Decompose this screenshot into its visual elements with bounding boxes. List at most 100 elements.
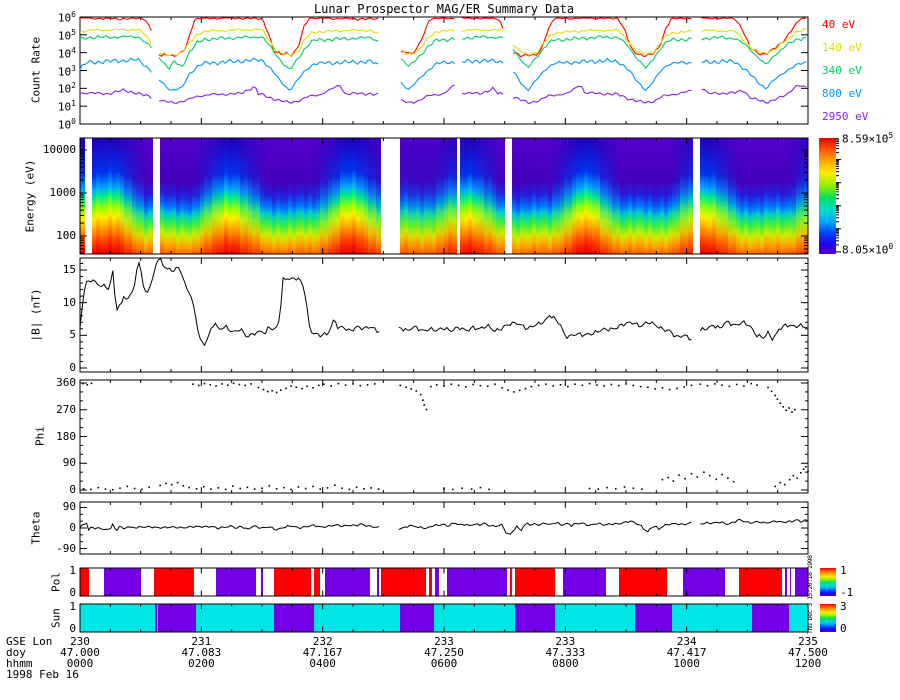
phi-dot: [690, 472, 693, 475]
phi-dot: [706, 384, 709, 387]
phi-dot: [750, 382, 752, 385]
count-rate-ytick-label: 102: [57, 81, 76, 96]
phi-dot: [545, 383, 547, 385]
phi-dot: [715, 478, 718, 481]
exponent: 0: [71, 117, 76, 126]
phi-dot: [192, 383, 194, 385]
pol-ytick-label: 0: [69, 586, 76, 599]
phi-dot: [802, 468, 805, 470]
phi-dot: [197, 384, 200, 387]
phi-dot: [239, 487, 241, 490]
phi-dot: [283, 486, 285, 489]
sun-colorbar-max-label: 3: [840, 600, 847, 613]
phi-dot: [791, 411, 793, 413]
phi-dot: [355, 486, 358, 489]
colorbar-max-label: 8.59×105: [842, 131, 894, 146]
phi-dot: [639, 385, 642, 388]
phi-dot: [518, 389, 521, 392]
panel-border: [79, 16, 809, 125]
phi-dot: [203, 382, 206, 385]
phi-dot: [348, 488, 351, 491]
xrow-value-hhmm: 0600: [430, 657, 458, 670]
colorbar-min-label: 8.05×100: [842, 242, 894, 257]
phi-dot: [770, 390, 773, 393]
legend-item-2950eV: 2950 eV: [822, 110, 869, 123]
phi-dot: [319, 488, 321, 490]
phi-dot: [377, 488, 380, 490]
phi-dot: [119, 487, 121, 489]
phi-dot: [246, 486, 249, 489]
phi-dot: [271, 389, 273, 392]
phi-dot: [779, 481, 782, 484]
phi-dot: [295, 386, 297, 388]
phi-dot: [513, 391, 515, 393]
phi-dot: [799, 472, 802, 474]
phi-dot: [90, 488, 92, 491]
phi-dot: [257, 386, 260, 389]
phi-dot: [261, 487, 263, 489]
exponent: 1: [71, 99, 76, 109]
phi-dot: [304, 487, 307, 490]
phi-dot: [195, 488, 198, 490]
xrow-value-hhmm: 0400: [309, 657, 336, 670]
exponent: 5: [71, 27, 76, 37]
phi-dot: [559, 384, 562, 386]
count-rate-ytick-label: 106: [57, 10, 76, 25]
phi-dot: [268, 485, 271, 487]
phi-dot: [606, 486, 608, 489]
phi-dot: [90, 382, 93, 385]
phi-dot: [479, 384, 482, 387]
phi-dot: [625, 383, 627, 385]
exponent: 2: [71, 81, 76, 91]
phi-dot: [280, 389, 282, 391]
count-rate-ytick-label: 105: [57, 27, 76, 43]
phi-dot: [210, 488, 212, 490]
phi-dot: [779, 402, 782, 404]
xrow-value-hhmm: 0000: [66, 657, 94, 670]
phi-dot: [581, 384, 584, 387]
xrow-value-hhmm: 0200: [188, 657, 215, 670]
phi-dot: [232, 382, 235, 385]
phi-dot: [227, 384, 229, 386]
phi-dot: [363, 488, 365, 490]
phi-dot: [159, 484, 161, 487]
phi-dot: [250, 383, 252, 385]
phi-dot: [472, 383, 474, 386]
phi-dot: [104, 488, 107, 490]
phi-dot: [224, 488, 227, 491]
phi-dot: [215, 385, 217, 387]
sun-colorbar-min-label: 0: [840, 622, 847, 635]
phi-dot: [728, 385, 731, 388]
phi-dot: [141, 488, 143, 491]
phi-dot: [672, 480, 675, 482]
phi-dot: [82, 488, 85, 490]
phi-dot: [423, 404, 426, 406]
phi-dot: [530, 385, 533, 388]
phi-dot: [597, 488, 600, 490]
phi-dot: [623, 486, 626, 488]
phi-dot: [217, 487, 220, 489]
exponent: 4: [71, 45, 76, 55]
ylabel-sun: Sun: [49, 608, 63, 628]
phi-dot: [203, 485, 205, 488]
phi-dot: [461, 487, 463, 489]
phi-dot: [359, 384, 362, 387]
count-rate-ytick-label: 101: [57, 99, 76, 114]
bmag-ytick-label: 10: [62, 295, 76, 309]
panel-border: [79, 379, 809, 494]
phi-dot: [683, 386, 685, 388]
phi-dot: [479, 486, 482, 489]
phi-dot: [297, 486, 300, 488]
theta-ytick-label: 0: [69, 521, 76, 534]
phi-dot: [486, 385, 489, 388]
xrow-value-hhmm: 0800: [552, 657, 579, 670]
phi-dot: [552, 385, 554, 387]
phi-dot: [703, 471, 705, 473]
phi-dot: [661, 478, 664, 481]
phi-dot: [238, 383, 241, 386]
pol-ytick-label: 1: [69, 564, 76, 577]
bmag-ytick-label: 5: [69, 328, 76, 342]
phi-dot: [756, 384, 758, 386]
phi-dot: [678, 474, 680, 476]
exponent: 6: [71, 10, 76, 19]
